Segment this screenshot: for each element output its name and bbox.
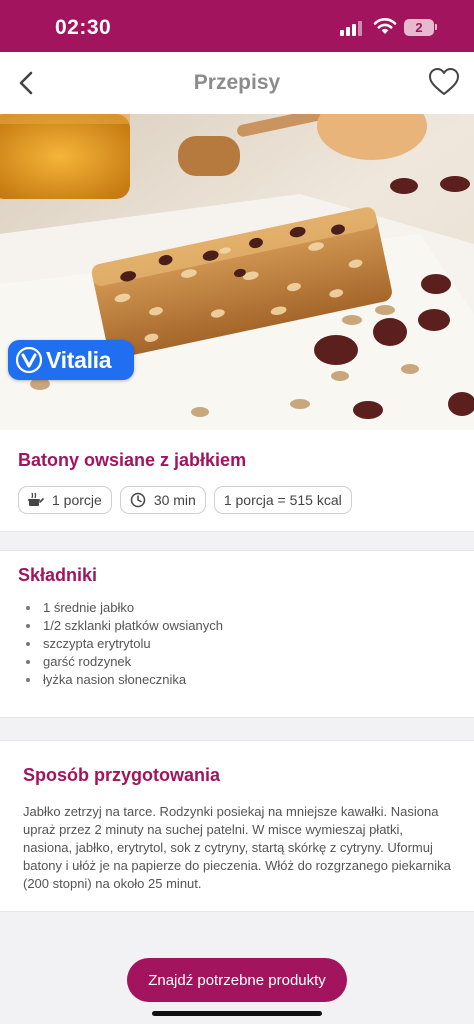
home-indicator[interactable] xyxy=(152,1011,322,1016)
calories-label: 1 porcja = 515 kcal xyxy=(223,492,342,508)
recipe-title: Batony owsiane z jabłkiem xyxy=(18,450,247,470)
recipe-image: Vitalia xyxy=(0,114,474,430)
signal-icon xyxy=(340,20,364,36)
time-chip: 30 min xyxy=(119,486,206,514)
list-item: łyżka nasion słonecznika xyxy=(26,671,223,689)
find-products-button[interactable]: Znajdź potrzebne produkty xyxy=(127,958,347,1002)
oat-bar-photo xyxy=(0,114,474,430)
page-title: Przepisy xyxy=(193,71,281,94)
heart-icon[interactable] xyxy=(428,67,460,97)
bullet xyxy=(26,606,30,610)
ingredient-text: szczypta erytrytolu xyxy=(43,636,151,651)
ingredient-text: garść rodzynek xyxy=(43,654,132,669)
method-card: Sposób przygotowania Jabłko zetrzyj na t… xyxy=(0,740,474,912)
bullet xyxy=(26,678,30,682)
ingredient-text: 1 średnie jabłko xyxy=(43,600,135,615)
clock-icon xyxy=(130,492,146,508)
list-item: szczypta erytrytolu xyxy=(26,635,223,653)
list-item: 1 średnie jabłko xyxy=(26,599,223,617)
battery-icon: 2 xyxy=(404,19,434,36)
bullet xyxy=(26,624,30,628)
list-item: 1/2 szklanki płatków owsianych xyxy=(26,617,223,635)
vitalia-logo-icon xyxy=(16,347,42,373)
recipe-summary-card: Batony owsiane z jabłkiem 1 porcje 30 mi… xyxy=(0,430,474,532)
recipe-info-chips: 1 porcje 30 min 1 porcja = 515 kcal xyxy=(18,486,352,514)
ingredient-text: 1/2 szklanki płatków owsianych xyxy=(43,618,223,633)
status-bar: 02:30 2 xyxy=(0,0,474,52)
list-item: garść rodzynek xyxy=(26,653,223,671)
method-text: Jabłko zetrzyj na tarce. Rodzynki posiek… xyxy=(23,804,451,891)
calories-chip: 1 porcja = 515 kcal xyxy=(213,486,352,514)
ingredients-card: Składniki 1 średnie jabłko 1/2 szklanki … xyxy=(0,550,474,718)
status-time: 02:30 xyxy=(55,16,112,39)
servings-label: 1 porcje xyxy=(52,492,102,508)
ingredients-title: Składniki xyxy=(18,565,98,585)
ingredients-list: 1 średnie jabłko 1/2 szklanki płatków ow… xyxy=(26,599,223,689)
method-title: Sposób przygotowania xyxy=(23,765,221,785)
wifi-icon xyxy=(373,18,397,34)
vitalia-badge: Vitalia xyxy=(8,340,134,380)
servings-chip: 1 porcje xyxy=(18,486,112,514)
battery-nub xyxy=(435,24,437,30)
bullet xyxy=(26,660,30,664)
vitalia-badge-text: Vitalia xyxy=(46,346,112,373)
nav-bar: Przepisy xyxy=(0,52,474,114)
cooking-pot-icon xyxy=(28,492,44,506)
bullet xyxy=(26,642,30,646)
time-label: 30 min xyxy=(153,492,196,508)
ingredient-text: łyżka nasion słonecznika xyxy=(43,672,187,687)
